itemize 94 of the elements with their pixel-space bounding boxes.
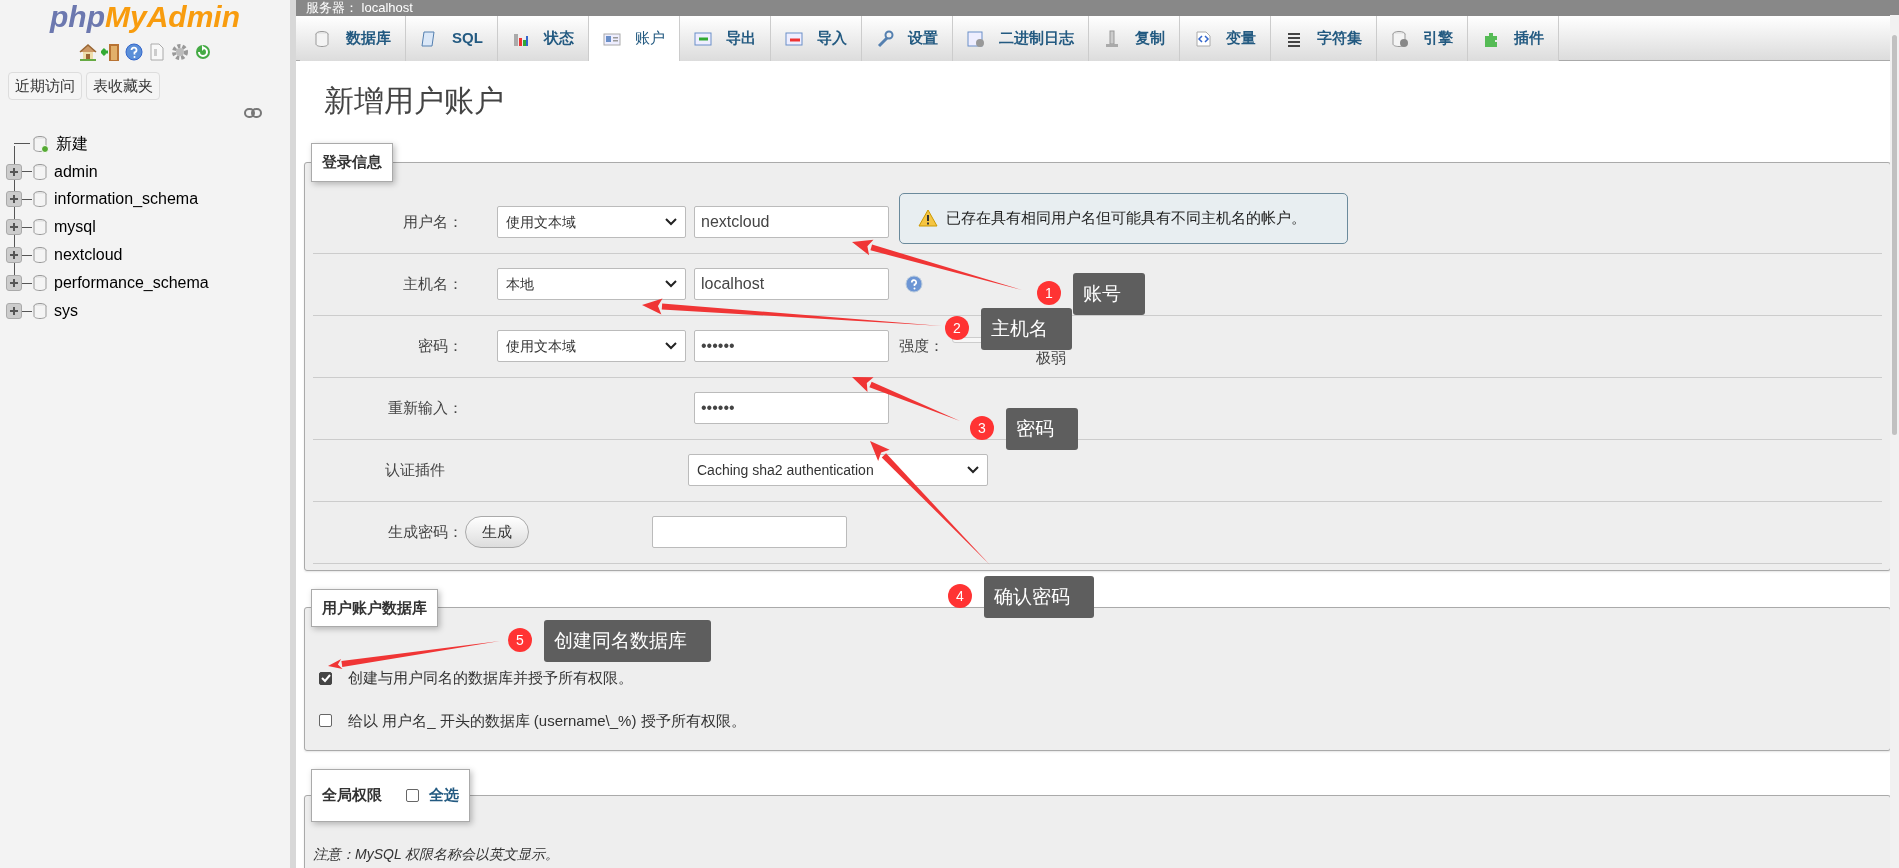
- settings-icon[interactable]: [169, 42, 190, 62]
- field-label: 用户名：: [403, 211, 463, 232]
- input-field[interactable]: localhost: [694, 268, 889, 300]
- fieldset-legend: 登录信息: [322, 151, 382, 174]
- input-field[interactable]: ••••••: [694, 330, 889, 362]
- database-icon[interactable]: [32, 274, 48, 293]
- page-title: 新增用户账户: [324, 83, 505, 119]
- chevron-down-icon: [665, 280, 677, 288]
- help-icon[interactable]: [905, 275, 923, 293]
- checkbox-label: 给以 用户名_ 开头的数据库 (username\_%) 授予所有权限。: [348, 710, 746, 731]
- chevron-down-icon: [665, 218, 677, 226]
- fieldset-legend: 全局权限: [322, 784, 382, 807]
- wrench-icon: [875, 29, 894, 48]
- dropdown[interactable]: Caching sha2 authentication: [688, 454, 988, 486]
- fieldset-legend: 用户账户数据库: [322, 596, 427, 619]
- tab[interactable]: 引擎: [1376, 16, 1468, 61]
- tab[interactable]: 导出: [679, 16, 771, 61]
- chevron-down-icon: [665, 342, 677, 350]
- database-icon: [314, 29, 332, 48]
- tab[interactable]: 字符集: [1270, 16, 1377, 61]
- database-link[interactable]: sys: [54, 299, 78, 324]
- database-link[interactable]: performance_schema: [54, 271, 209, 296]
- database-icon[interactable]: [32, 246, 48, 265]
- database-gear-icon: [1390, 29, 1409, 48]
- expand-icon[interactable]: [6, 275, 22, 292]
- annotation-badge: 4: [948, 584, 972, 608]
- input-field[interactable]: nextcloud: [694, 206, 889, 238]
- field-label: 生成密码：: [388, 521, 463, 542]
- input-field[interactable]: ••••••: [694, 392, 889, 424]
- notice-text: 已存在具有相同用户名但可能具有不同主机名的帐户。: [946, 207, 1306, 228]
- expand-icon[interactable]: [6, 247, 22, 264]
- checkbox[interactable]: [319, 671, 332, 685]
- checkbox[interactable]: [319, 714, 332, 728]
- sidebar-button[interactable]: 表收藏夹: [86, 72, 160, 100]
- import-icon: [784, 29, 803, 48]
- log-icon: [966, 29, 985, 48]
- field-label: 重新输入：: [388, 397, 463, 418]
- dropdown[interactable]: 使用文本域: [497, 206, 686, 238]
- server-title: 服务器： localhost: [306, 0, 413, 16]
- database-link[interactable]: information_schema: [54, 187, 199, 212]
- tab[interactable]: 导入: [770, 16, 862, 61]
- expand-icon[interactable]: [6, 163, 22, 180]
- field-label: 密码：: [418, 335, 463, 356]
- checkbox-label: 创建与用户同名的数据库并授予所有权限。: [348, 668, 633, 688]
- scrollbar[interactable]: [1890, 15, 1899, 868]
- database-icon[interactable]: [32, 162, 48, 181]
- tab[interactable]: 状态: [497, 16, 589, 61]
- scroll-icon: [420, 29, 438, 48]
- annotation-label: 账号: [1073, 273, 1145, 315]
- tab[interactable]: 复制: [1088, 16, 1180, 61]
- exit-door-icon[interactable]: [100, 42, 121, 62]
- dropdown[interactable]: 本地: [497, 268, 686, 300]
- dropdown[interactable]: 使用文本域: [497, 330, 686, 362]
- tab[interactable]: 数据库: [300, 16, 406, 61]
- strength-label: 强度：: [899, 335, 944, 356]
- field-label: 认证插件: [385, 459, 445, 480]
- tab[interactable]: SQL: [406, 16, 498, 61]
- home-icon[interactable]: [77, 42, 98, 62]
- database-icon[interactable]: [32, 218, 48, 237]
- expand-icon[interactable]: [6, 303, 22, 320]
- expand-icon[interactable]: [6, 219, 22, 236]
- expand-icon[interactable]: [6, 191, 22, 208]
- annotation-label: 主机名: [981, 308, 1072, 350]
- database-icon[interactable]: [32, 302, 48, 321]
- annotation-label: 创建同名数据库: [544, 620, 711, 662]
- input-field[interactable]: [652, 516, 847, 548]
- database-add-icon[interactable]: [32, 134, 50, 153]
- warning-icon: [918, 209, 938, 227]
- export-icon: [693, 29, 712, 48]
- logo-text: MyAdmin: [105, 0, 240, 34]
- database-link[interactable]: 新建: [56, 131, 88, 156]
- tab[interactable]: 插件: [1467, 16, 1559, 61]
- tab[interactable]: 变量: [1179, 16, 1271, 61]
- database-link[interactable]: nextcloud: [54, 243, 123, 268]
- checkbox[interactable]: [406, 788, 419, 802]
- tab[interactable]: 二进制日志: [952, 16, 1089, 61]
- field-label: 主机名：: [403, 273, 463, 294]
- annotation-label: 确认密码: [984, 576, 1094, 618]
- select-all-link[interactable]: 全选: [429, 784, 459, 807]
- generate-button[interactable]: 生成: [465, 516, 529, 548]
- database-link[interactable]: admin: [54, 159, 98, 184]
- link-icon[interactable]: [244, 108, 262, 118]
- database-link[interactable]: mysql: [54, 215, 96, 240]
- strength-text: 极弱: [1036, 348, 1066, 368]
- chevron-down-icon: [967, 466, 979, 474]
- annotation-label: 密码: [1006, 408, 1078, 450]
- note-text: 注意：MySQL 权限名称会以英文显示。: [313, 844, 561, 864]
- logo-text: php: [50, 0, 105, 34]
- tab[interactable]: 设置: [861, 16, 953, 61]
- database-icon[interactable]: [32, 190, 48, 209]
- code-file-icon: [1193, 29, 1212, 48]
- sidebar-button[interactable]: 近期访问: [8, 72, 82, 100]
- tab[interactable]: 账户: [588, 16, 680, 61]
- help-icon[interactable]: [123, 42, 144, 62]
